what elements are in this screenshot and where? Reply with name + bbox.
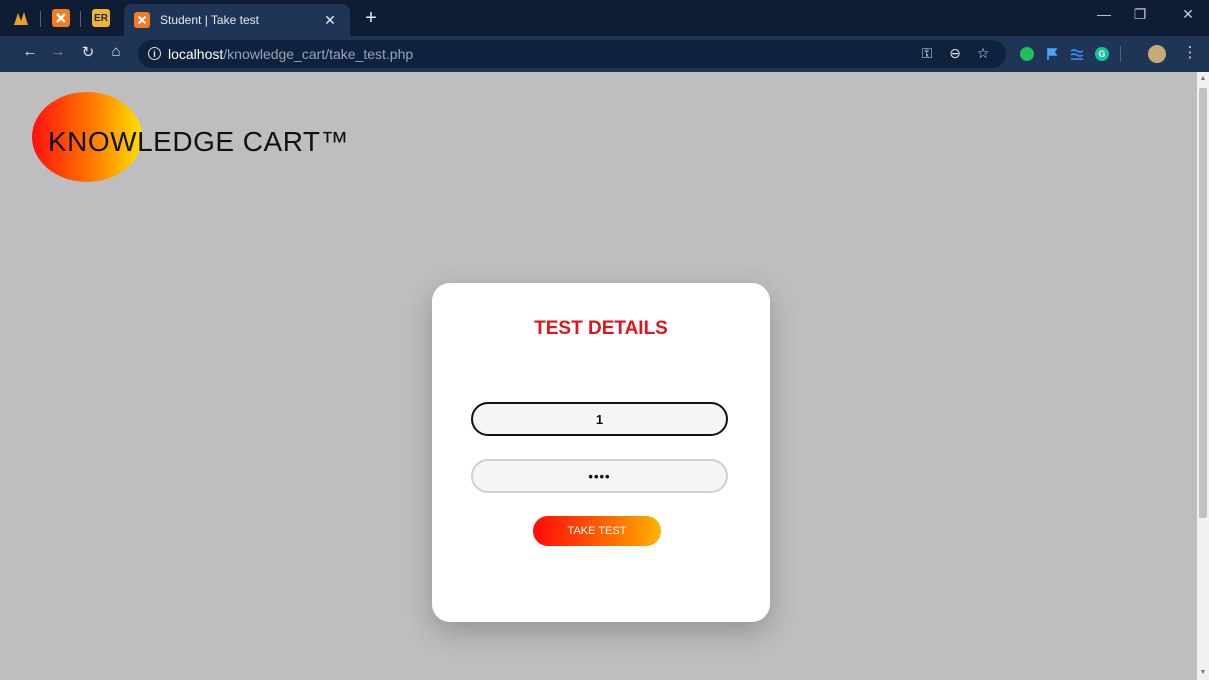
site-logo-text: KNOWLEDGE CART™	[48, 126, 350, 157]
xampp-favicon-icon	[134, 12, 150, 28]
tab-separator	[40, 11, 41, 27]
key-icon[interactable]: ⚿	[918, 45, 936, 62]
vertical-scrollbar[interactable]: ▲ ▼	[1197, 72, 1209, 680]
grammarly-icon[interactable]: G	[1095, 47, 1109, 61]
test-details-card: TEST DETAILS TAKE TEST	[432, 283, 770, 622]
tab-close-icon[interactable]: ✕	[320, 12, 340, 29]
reload-icon[interactable]: ↻	[78, 43, 98, 61]
browser-toolbar: ← → ↻ ⌂ i localhost/knowledge_cart/take_…	[0, 36, 1209, 72]
profile-avatar[interactable]	[1148, 45, 1166, 63]
pinned-tab-app-icon[interactable]	[12, 9, 30, 27]
restore-icon[interactable]: ❐	[1125, 6, 1155, 23]
page-content: KNOWLEDGE CART™ TEST DETAILS TAKE TEST	[0, 72, 1197, 680]
scroll-down-icon[interactable]: ▼	[1197, 666, 1209, 680]
tab-strip: ER Student | Take test ✕ + — ❐ ✕	[0, 0, 1209, 36]
new-tab-button[interactable]: +	[360, 7, 382, 30]
pinned-tab-er[interactable]: ER	[92, 9, 110, 27]
extension-flag-icon[interactable]	[1045, 47, 1059, 61]
card-title: TEST DETAILS	[534, 318, 668, 339]
scroll-up-icon[interactable]: ▲	[1197, 72, 1209, 86]
pinned-tab-xampp-icon[interactable]	[52, 9, 70, 27]
active-tab[interactable]: Student | Take test ✕	[124, 4, 350, 36]
forward-icon[interactable]: →	[48, 43, 68, 60]
minimize-icon[interactable]: —	[1089, 6, 1119, 22]
menu-kebab-icon[interactable]: ⋮	[1180, 43, 1200, 61]
test-code-input[interactable]	[471, 402, 728, 436]
toolbar-separator	[1120, 46, 1121, 62]
test-password-input[interactable]	[471, 459, 728, 493]
close-window-icon[interactable]: ✕	[1173, 6, 1203, 23]
take-test-button[interactable]: TAKE TEST	[533, 516, 661, 546]
tab-separator	[80, 11, 81, 27]
home-icon[interactable]: ⌂	[106, 43, 126, 60]
back-icon[interactable]: ←	[20, 43, 40, 60]
url-text: localhost/knowledge_cart/take_test.php	[168, 46, 414, 62]
scrollbar-thumb[interactable]	[1199, 88, 1207, 518]
tab-title: Student | Take test	[160, 13, 259, 27]
extension-green-dot-icon[interactable]	[1020, 47, 1034, 61]
zoom-out-icon[interactable]: ⊖	[946, 45, 964, 62]
site-info-icon[interactable]: i	[148, 47, 161, 60]
address-bar[interactable]: i localhost/knowledge_cart/take_test.php…	[138, 40, 1006, 68]
bookmark-star-icon[interactable]: ☆	[974, 45, 992, 62]
extension-lines-icon[interactable]	[1070, 47, 1084, 61]
